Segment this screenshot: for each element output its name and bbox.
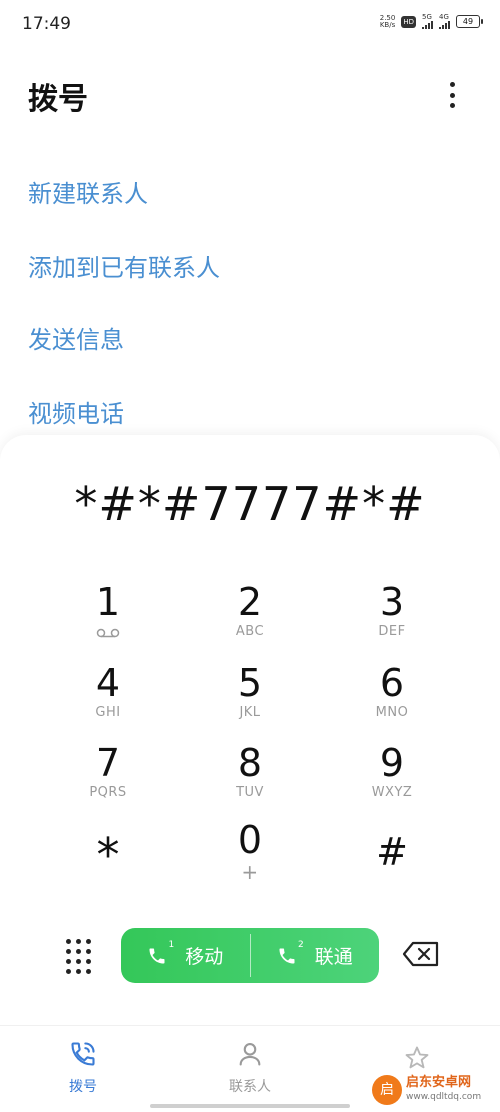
battery-icon: 49	[456, 15, 483, 28]
phone-sim1-icon: 1	[147, 940, 174, 966]
contact-icon	[239, 1043, 261, 1066]
watermark-logo-icon: 启	[372, 1075, 402, 1105]
favorites-icon[interactable]	[402, 1044, 432, 1072]
signal-sim1-icon: 5G	[422, 14, 433, 29]
key-hash[interactable]: #	[332, 832, 452, 902]
new-contact-link[interactable]: 新建联系人	[28, 174, 148, 209]
call-sim1-button[interactable]: 1 移动	[121, 928, 250, 983]
status-time: 17:49	[22, 14, 71, 34]
watermark-name: 启东安卓网	[406, 1075, 472, 1090]
nav-label-contacts: 联系人	[229, 1079, 271, 1095]
key-2[interactable]: 2 ABC	[190, 582, 310, 652]
nav-tab-contacts[interactable]: 联系人	[205, 1040, 295, 1096]
video-call-link[interactable]: 视频电话	[28, 394, 124, 429]
backspace-icon[interactable]	[402, 941, 440, 967]
more-options-icon[interactable]	[440, 78, 464, 112]
call-button-bar: 1 移动 2 联通	[121, 928, 379, 983]
nav-label-dialer: 拨号	[69, 1079, 97, 1095]
key-7[interactable]: 7 PQRS	[48, 743, 168, 813]
phone-sim2-icon: 2	[277, 940, 304, 966]
key-4[interactable]: 4 GHI	[48, 663, 168, 733]
key-1[interactable]: 1	[48, 582, 168, 652]
key-3[interactable]: 3 DEF	[332, 582, 452, 652]
voicemail-icon	[96, 628, 120, 638]
key-9[interactable]: 9 WXYZ	[332, 743, 452, 813]
key-0[interactable]: 0 +	[190, 820, 310, 890]
sim1-carrier-label: 移动	[185, 946, 224, 968]
add-to-existing-contact-link[interactable]: 添加到已有联系人	[28, 248, 220, 283]
dialpad-toggle-icon[interactable]	[66, 939, 92, 974]
phone-icon	[71, 1042, 95, 1066]
dialed-number[interactable]: *#*#7777#*#	[0, 477, 500, 531]
hd-voice-icon: HD	[401, 15, 416, 28]
site-watermark: 启 启东安卓网 www.qdltdq.com	[372, 1072, 500, 1108]
status-icons: 2.50 KB/s HD 5G 4G 49	[379, 13, 483, 29]
key-6[interactable]: 6 MNO	[332, 663, 452, 733]
page-title: 拨号	[28, 82, 88, 117]
key-5[interactable]: 5 JKL	[190, 663, 310, 733]
signal-sim2-icon: 4G	[439, 14, 450, 29]
sim2-carrier-label: 联通	[314, 946, 353, 968]
key-8[interactable]: 8 TUV	[190, 743, 310, 813]
send-message-link[interactable]: 发送信息	[28, 320, 124, 355]
call-sim2-button[interactable]: 2 联通	[251, 928, 380, 983]
watermark-url: www.qdltdq.com	[406, 1092, 482, 1102]
nav-tab-dialer[interactable]: 拨号	[38, 1040, 128, 1096]
key-star[interactable]: *	[48, 832, 168, 905]
network-speed: 2.50 KB/s	[379, 13, 396, 29]
status-bar: 17:49 2.50 KB/s HD 5G 4G 49	[0, 0, 500, 46]
home-indicator[interactable]	[150, 1104, 350, 1108]
